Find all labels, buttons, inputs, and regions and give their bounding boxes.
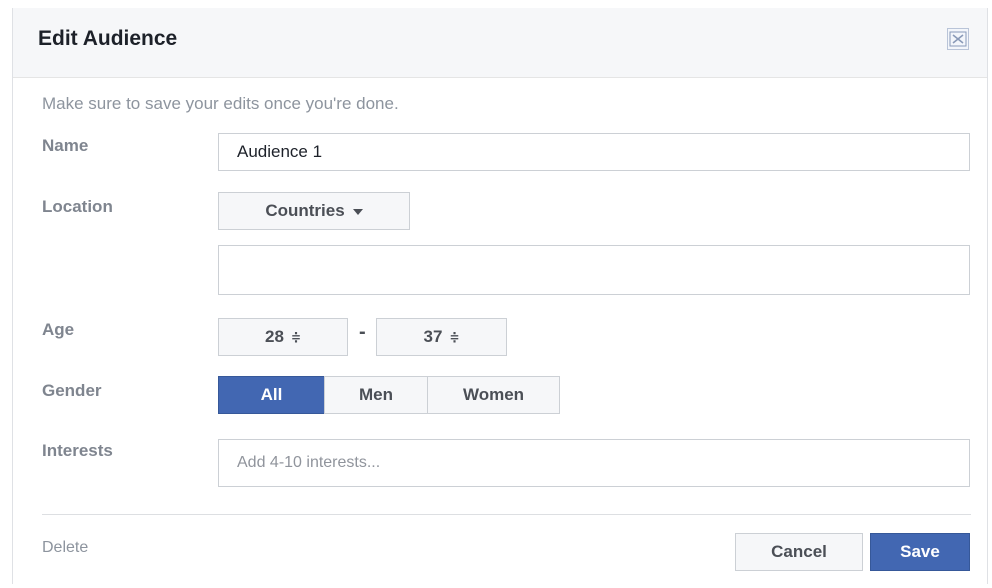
- location-input[interactable]: [218, 245, 970, 295]
- age-min-select[interactable]: 28 ≑: [218, 318, 348, 356]
- countries-dropdown[interactable]: Countries: [218, 192, 410, 230]
- age-min-value: 28: [265, 327, 284, 346]
- close-button[interactable]: [947, 28, 969, 50]
- gender-all-button[interactable]: All: [218, 376, 325, 414]
- interests-placeholder: Add 4-10 interests...: [237, 454, 381, 471]
- save-button[interactable]: Save: [870, 533, 970, 571]
- dialog-header: Edit Audience: [13, 8, 987, 78]
- age-label: Age: [42, 320, 75, 339]
- delete-link[interactable]: Delete: [42, 539, 88, 557]
- footer-divider: [42, 514, 971, 515]
- updown-arrows-icon: ≑: [290, 330, 301, 344]
- interests-label: Interests: [42, 441, 113, 460]
- countries-dropdown-label: Countries: [265, 201, 345, 220]
- name-input[interactable]: Audience 1: [218, 133, 970, 171]
- cancel-button[interactable]: Cancel: [735, 533, 863, 571]
- cancel-button-label: Cancel: [771, 542, 827, 561]
- location-label: Location: [42, 197, 113, 216]
- age-max-value: 37: [423, 327, 443, 346]
- gender-women-button[interactable]: Women: [427, 376, 560, 414]
- edit-audience-dialog: Edit Audience Make sure to save your edi…: [12, 8, 988, 584]
- close-icon: [948, 29, 968, 49]
- save-button-label: Save: [900, 542, 940, 561]
- gender-men-button[interactable]: Men: [324, 376, 428, 414]
- name-label: Name: [42, 136, 89, 155]
- dialog-title: Edit Audience: [38, 27, 178, 50]
- name-input-value: Audience 1: [237, 142, 323, 161]
- gender-all-label: All: [260, 385, 283, 404]
- gender-women-label: Women: [462, 385, 525, 404]
- save-hint: Make sure to save your edits once you're…: [42, 94, 399, 113]
- age-separator: -: [359, 321, 366, 343]
- gender-men-label: Men: [359, 385, 393, 404]
- gender-label: Gender: [42, 381, 102, 400]
- interests-input[interactable]: Add 4-10 interests...: [218, 439, 970, 487]
- chevron-down-icon: [352, 209, 363, 215]
- updown-arrows-icon: ≑: [449, 330, 460, 344]
- age-max-select[interactable]: 37 ≑: [376, 318, 507, 356]
